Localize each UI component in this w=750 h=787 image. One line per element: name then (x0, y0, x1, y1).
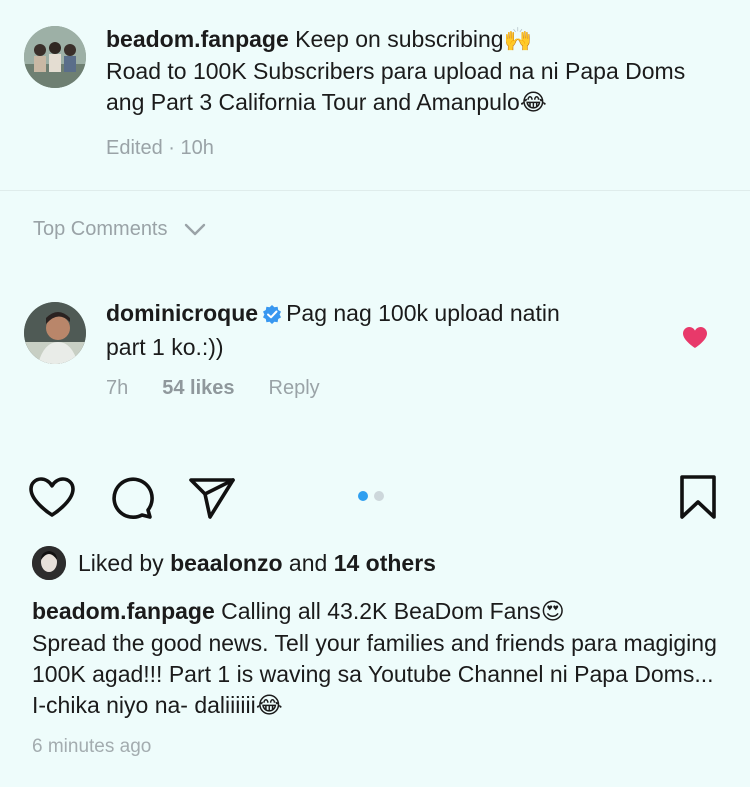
person-photo-icon (24, 302, 86, 364)
paper-plane-icon (189, 478, 235, 519)
group-photo-icon (24, 26, 86, 88)
raised-hands-emoji-icon: 🙌 (503, 27, 533, 53)
comment-likes[interactable]: 54 likes (162, 377, 234, 400)
heart-filled-icon (683, 327, 707, 348)
post-avatar[interactable] (24, 26, 86, 88)
comment-username[interactable]: dominicroque (106, 300, 258, 326)
carousel-indicator (358, 491, 384, 501)
like-button[interactable] (28, 476, 76, 523)
caption2-time: 6 minutes ago (32, 736, 152, 757)
post-username[interactable]: beadom.fanpage (106, 26, 289, 52)
edited-label: Edited (106, 137, 163, 159)
post-caption-rest: Road to 100K Subscribers para upload na … (106, 58, 686, 115)
comment-text: Pag nag 100k upload natin (286, 300, 560, 326)
divider (0, 190, 750, 191)
heart-outline-icon (29, 477, 75, 517)
carousel-dot (374, 491, 384, 501)
liked-by-prefix: Liked by (78, 549, 164, 576)
post-caption: beadom.fanpage Keep on subscribing🙌 Road… (106, 24, 726, 164)
post-caption-2: beadom.fanpage Calling all 43.2K BeaDom … (32, 596, 722, 722)
reply-button[interactable]: Reply (269, 377, 320, 400)
post-caption-line1: Keep on subscribing (295, 26, 504, 52)
liker-avatar (32, 546, 66, 580)
laughing-emoji-icon: 😂 (255, 693, 283, 719)
comment-time: 7h (106, 377, 129, 399)
comment-avatar[interactable] (24, 302, 86, 364)
caption2-line1: Calling all 43.2K BeaDom Fans (221, 598, 541, 624)
caption2-username[interactable]: beadom.fanpage (32, 598, 215, 624)
liked-by-and: and (288, 549, 328, 576)
liked-by-others[interactable]: 14 others (334, 550, 436, 576)
share-button[interactable] (188, 476, 236, 525)
post-time: 10h (180, 137, 214, 159)
chevron-down-icon (184, 223, 205, 235)
person-photo-icon (32, 546, 66, 580)
post-meta: Edited · 10h (106, 137, 214, 159)
comment-bubble-icon (112, 477, 154, 519)
liked-by-user[interactable]: beaalonzo (170, 550, 282, 576)
comment-button[interactable] (108, 476, 154, 525)
save-button[interactable] (678, 474, 718, 525)
heart-eyes-emoji-icon: 😍 (540, 599, 565, 625)
comment-body: dominicroque Pag nag 100k upload natin p… (106, 298, 666, 363)
comment-text-rest: part 1 ko.:)) (106, 334, 224, 360)
caption2-rest: Spread the good news. Tell your families… (32, 630, 717, 718)
top-comments-dropdown[interactable]: Top Comments (33, 218, 206, 241)
liked-by[interactable]: Liked by beaalonzo and 14 others (32, 546, 436, 580)
bookmark-icon (680, 475, 716, 519)
top-comments-label: Top Comments (33, 218, 168, 240)
laughing-emoji-icon: 😂 (519, 90, 547, 116)
verified-badge-icon (262, 301, 282, 332)
carousel-dot-active (358, 491, 368, 501)
comment-meta: 7h 54 likes Reply (106, 377, 320, 400)
comment-like-button[interactable] (682, 326, 708, 354)
